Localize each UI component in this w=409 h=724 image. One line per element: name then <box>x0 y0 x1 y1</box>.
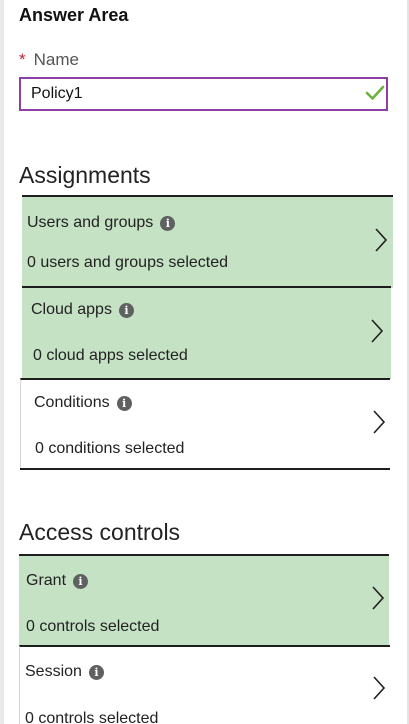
name-label: * Name <box>19 50 79 70</box>
access-controls-title: Access controls <box>19 519 181 545</box>
conditions-label: Conditions i <box>34 394 132 412</box>
access-control-grant[interactable]: Grant i 0 controls selected <box>19 554 389 646</box>
required-marker: * <box>19 50 26 69</box>
assignment-users-and-groups[interactable]: Users and groups i 0 users and groups sel… <box>22 195 393 288</box>
page-title: Answer Area <box>19 5 129 25</box>
grant-label: Grant i <box>26 572 89 590</box>
info-icon[interactable]: i <box>118 302 134 318</box>
info-icon[interactable]: i <box>73 573 89 589</box>
assignments-title: Assignments <box>19 162 151 188</box>
cloud-apps-label-text: Cloud apps <box>31 301 112 318</box>
chevron-right-icon <box>375 228 388 252</box>
chevron-right-icon <box>373 676 386 700</box>
grant-label-text: Grant <box>26 572 67 589</box>
left-panel-edge <box>0 0 4 724</box>
session-summary: 0 controls selected <box>25 710 159 724</box>
users-and-groups-label-text: Users and groups <box>27 214 154 231</box>
session-label-text: Session <box>25 663 82 680</box>
chevron-right-icon <box>372 586 385 610</box>
session-label: Session i <box>25 663 104 681</box>
conditions-summary: 0 conditions selected <box>35 440 185 457</box>
access-control-session[interactable]: Session i 0 controls selected <box>19 645 390 724</box>
grant-summary: 0 controls selected <box>26 618 160 635</box>
cloud-apps-summary: 0 cloud apps selected <box>33 347 188 364</box>
chevron-right-icon <box>373 410 386 434</box>
cloud-apps-label: Cloud apps i <box>31 301 134 319</box>
users-and-groups-label: Users and groups i <box>27 214 176 232</box>
chevron-right-icon <box>371 319 384 343</box>
users-and-groups-summary: 0 users and groups selected <box>27 254 229 271</box>
assignment-cloud-apps[interactable]: Cloud apps i 0 cloud apps selected <box>22 286 391 379</box>
conditions-label-text: Conditions <box>34 394 110 411</box>
info-icon[interactable]: i <box>88 664 104 680</box>
name-label-text: Name <box>33 50 79 69</box>
name-input[interactable] <box>19 77 388 111</box>
info-icon[interactable]: i <box>160 215 176 231</box>
checkmark-icon <box>365 85 385 100</box>
info-icon[interactable]: i <box>116 395 132 411</box>
conditions-bottom-divider <box>20 468 390 470</box>
assignment-conditions[interactable]: Conditions i 0 conditions selected <box>20 378 390 469</box>
